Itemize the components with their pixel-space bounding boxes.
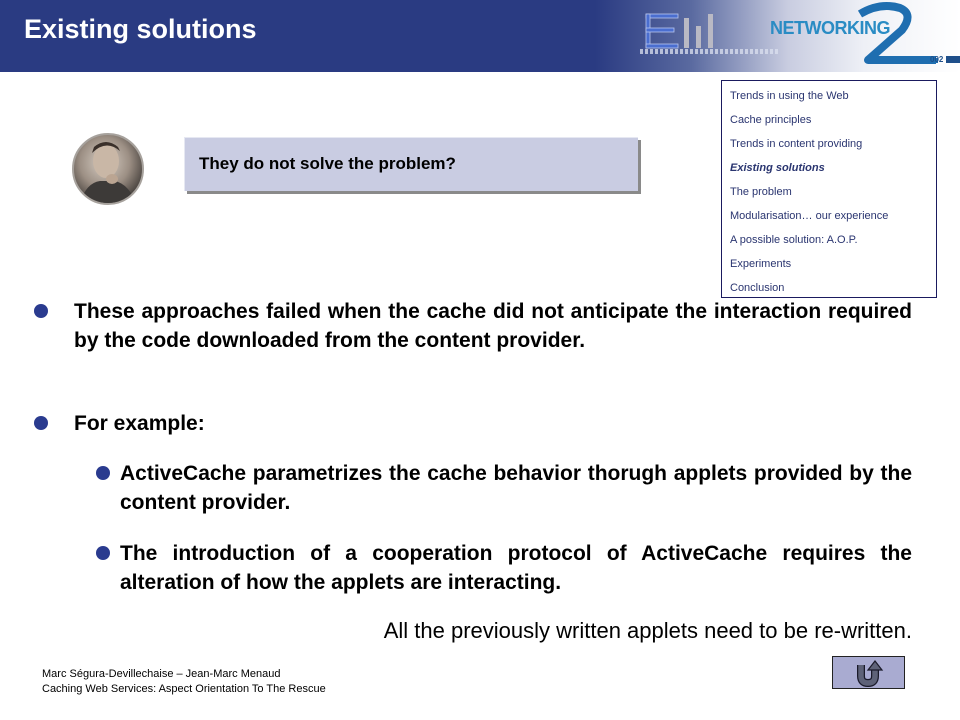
nav-item-trends-content[interactable]: Trends in content providing [730,132,936,156]
nav-item-trends-web[interactable]: Trends in using the Web [730,84,936,108]
slide-header: Existing solutions NETWORKING 002 [0,0,960,72]
sub-bullet-text: The introduction of a cooperation protoc… [120,542,912,594]
nav-item-existing-solutions[interactable]: Existing solutions [730,156,936,180]
networking-logo-year: 002 [930,55,944,64]
question-callout: They do not solve the problem? [184,137,638,191]
nav-item-experiments[interactable]: Experiments [730,252,936,276]
callout-text: They do not solve the problem? [199,154,456,173]
sub-bullet-text: ActiveCache parametrizes the cache behav… [120,462,912,514]
portrait-icon [80,142,136,203]
nav-item-the-problem[interactable]: The problem [730,180,936,204]
footer-authors: Marc Ségura-Devillechaise – Jean-Marc Me… [42,668,281,680]
bullet-text: For example: [74,412,205,435]
em-logo-caption [640,49,780,54]
nav-item-modularisation[interactable]: Modularisation… our experience [730,204,936,228]
footer-talk-title: Caching Web Services: Aspect Orientation… [42,683,326,695]
sub-bullet-icon [96,466,110,480]
return-button[interactable] [832,656,905,689]
bullet-icon [34,416,48,430]
networking-logo-text: NETWORKING [770,18,891,38]
section-navigation: Trends in using the Web Cache principles… [721,80,937,298]
sub-bullet-icon [96,546,110,560]
nav-item-cache-principles[interactable]: Cache principles [730,108,936,132]
u-turn-arrow-icon [856,659,883,687]
thinking-man-avatar [72,133,144,205]
slide-title: Existing solutions [24,14,257,44]
bullet-text: These approaches failed when the cache d… [74,300,912,352]
slide-footer: Marc Ségura-Devillechaise – Jean-Marc Me… [42,667,326,697]
bullet-icon [34,304,48,318]
conclusion-text: All the previously written applets need … [383,618,912,643]
nav-item-aop-solution[interactable]: A possible solution: A.O.P. [730,228,936,252]
